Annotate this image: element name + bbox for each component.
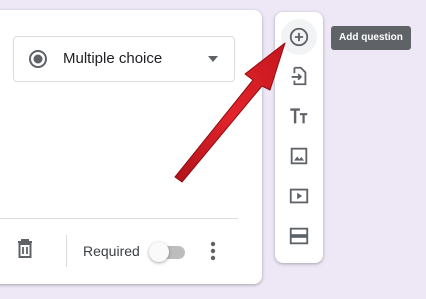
add-question-tooltip: Add question bbox=[331, 26, 411, 50]
question-type-select[interactable]: Multiple choice bbox=[13, 36, 235, 82]
add-video-button[interactable] bbox=[281, 178, 317, 214]
trash-icon bbox=[18, 239, 32, 258]
question-card: Multiple choice Required bbox=[0, 10, 262, 284]
add-section-button[interactable] bbox=[281, 218, 317, 254]
import-icon bbox=[291, 66, 307, 86]
arrow-drop-down-icon bbox=[208, 56, 218, 62]
image-icon bbox=[290, 147, 308, 165]
section-icon bbox=[289, 227, 309, 245]
footer-separator bbox=[66, 235, 67, 267]
question-type-value: Multiple choice bbox=[63, 50, 163, 67]
delete-question-button[interactable] bbox=[12, 236, 38, 262]
add-image-button[interactable] bbox=[281, 138, 317, 174]
more-options-button[interactable] bbox=[204, 238, 222, 264]
add-question-button[interactable] bbox=[281, 19, 317, 55]
import-questions-button[interactable] bbox=[281, 58, 317, 94]
required-label: Required bbox=[83, 243, 140, 259]
add-circle-icon bbox=[289, 27, 309, 47]
video-icon bbox=[289, 188, 309, 204]
radio-button-checked-icon bbox=[29, 50, 47, 68]
toggle-thumb bbox=[149, 242, 169, 262]
title-text-icon bbox=[290, 108, 308, 124]
required-toggle[interactable] bbox=[149, 242, 189, 262]
add-title-description-button[interactable] bbox=[281, 98, 317, 134]
question-footer: Required bbox=[0, 219, 262, 284]
side-toolbar bbox=[275, 12, 323, 263]
more-vert-icon bbox=[210, 241, 216, 261]
